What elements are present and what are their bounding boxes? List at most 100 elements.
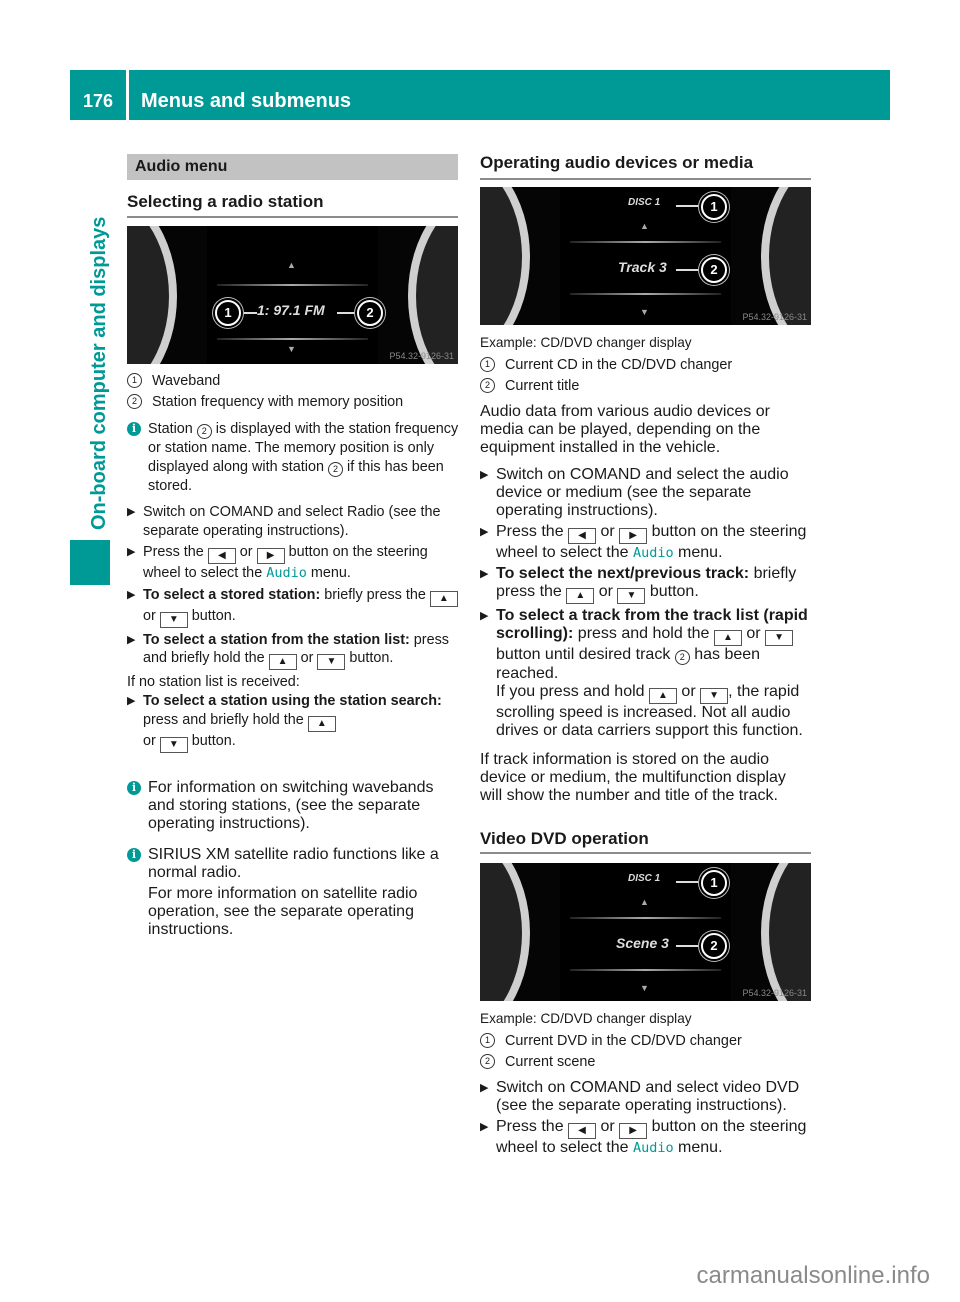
step-item: ▶ To select the next/previous track: bri… — [480, 565, 812, 604]
step-text: Press the ◀ or ▶ button on the steering … — [143, 544, 428, 582]
up-key-icon: ▲ — [307, 715, 336, 732]
side-tab-label: On-board computer and displays — [88, 216, 110, 530]
step-arrow-icon: ▶ — [480, 1121, 489, 1133]
up-arrow-icon: ▲ — [287, 260, 296, 270]
up-key-icon: ▲ — [429, 590, 458, 607]
left-key-icon: ◀ — [207, 548, 236, 565]
step-arrow-icon: ▶ — [127, 546, 136, 559]
left-legend: 1 Waveband 2 Station frequency with memory… — [127, 371, 459, 413]
legend-item: 1 Waveband — [127, 371, 459, 392]
heading-operating-audio-devices: Operating audio devices or media — [480, 153, 811, 180]
step-text: Press the ◀ or ▶ button on the steering … — [496, 1118, 807, 1156]
number-circle-icon: 2 — [480, 378, 495, 393]
step-arrow-icon: ▶ — [127, 588, 136, 601]
audio-menu-code: Audio — [632, 1140, 674, 1156]
info-note-station: i Station 2 is displayed with the statio… — [127, 420, 459, 495]
right-steps-2: ▶ Switch on COMAND and select video DVD (… — [480, 1079, 812, 1157]
right-gauge — [761, 187, 811, 325]
info-text: SIRIUS XM satellite radio functions like… — [148, 846, 439, 938]
paragraph-track-info: If track information is stored on the au… — [480, 751, 786, 804]
step-arrow-icon: ▶ — [127, 633, 136, 646]
display-bar — [217, 338, 368, 340]
left-gauge — [127, 226, 177, 364]
legend-text: Current title — [505, 378, 580, 394]
legend-item: 1 Current CD in the CD/DVD changer — [480, 355, 812, 376]
step-text: To select the next/previous track: brief… — [496, 565, 812, 604]
step-arrow-icon: ▶ — [480, 1082, 489, 1094]
image-code: P54.32-9126-31 — [742, 988, 807, 998]
left-steps: ▶ Switch on COMAND and select Radio (see … — [127, 503, 459, 753]
number-circle-icon: 1 — [480, 1033, 495, 1048]
display-bar — [570, 917, 721, 919]
no-station-list-text: If no station list is received: — [127, 674, 300, 691]
heading-selecting-radio-station: Selecting a radio station — [127, 192, 458, 218]
callout-2: 2 — [701, 933, 727, 959]
radio-display-figure: ▲ 1: 97.1 FM ▼ 1 2 P54.32-9126-31 — [127, 226, 458, 364]
step-item: ▶ Switch on COMAND and select Radio (see … — [127, 503, 459, 540]
number-circle-icon: 2 — [127, 394, 142, 409]
display-screen: ▲ 1: 97.1 FM ▼ — [207, 226, 378, 364]
legend-text: Station frequency with memory position — [152, 394, 404, 410]
right-key-icon: ▶ — [619, 1123, 648, 1139]
left-key-icon: ◀ — [568, 1123, 597, 1139]
up-key-icon: ▲ — [648, 688, 677, 704]
down-key-icon: ▼ — [617, 588, 646, 604]
down-key-icon: ▼ — [159, 611, 188, 628]
section-bar-audio-menu: Audio menu — [127, 154, 458, 180]
info-text: Station 2 is displayed with the station … — [148, 421, 459, 494]
audio-menu-code: Audio — [632, 545, 674, 561]
step-text: Press the ◀ or ▶ button on the steering … — [496, 523, 807, 561]
step-item: ▶ To select a station from the station l… — [127, 631, 459, 671]
step-item: ▶ To select a stored station: briefly pr… — [127, 586, 459, 628]
display-disc-text: DISC 1 — [628, 197, 661, 208]
info-note-wavebands: i For information on switching wavebands … — [127, 779, 459, 833]
step-arrow-icon: ▶ — [480, 568, 489, 580]
up-key-icon: ▲ — [566, 588, 595, 604]
audio-menu-code: Audio — [266, 565, 307, 582]
watermark-link[interactable]: carmanualsonline.info — [697, 1262, 930, 1290]
step-arrow-icon: ▶ — [480, 610, 489, 622]
down-arrow-icon: ▼ — [640, 307, 649, 317]
left-key-icon: ◀ — [568, 528, 597, 544]
callout-line — [239, 312, 257, 314]
up-arrow-icon: ▲ — [640, 221, 649, 231]
legend-item: 2 Current title — [480, 376, 812, 397]
right-gauge — [408, 226, 458, 364]
down-key-icon: ▼ — [700, 688, 729, 704]
side-tab-marker — [70, 540, 110, 585]
step-arrow-icon: ▶ — [127, 694, 136, 707]
step-text: To select a station using the station se… — [143, 692, 459, 753]
step-arrow-icon: ▶ — [480, 469, 489, 481]
step-item: ▶ Press the ◀ or ▶ button on the steerin… — [127, 543, 459, 583]
right-legend-2: 1 Current DVD in the CD/DVD changer 2 Curr… — [480, 1031, 812, 1073]
dvd-display-figure: DISC 1 ▲ Scene 3 ▼ 1 2 P54.32-9126-31 — [480, 863, 811, 1001]
callout-1: 1 — [701, 870, 727, 896]
page-number: 176 — [82, 91, 114, 111]
step-text: Switch on COMAND and select the audio de… — [496, 466, 789, 519]
callout-2: 2 — [357, 300, 383, 326]
callout-line — [676, 269, 700, 271]
up-arrow-icon: ▲ — [640, 897, 649, 907]
page-title: Menus and submenus — [141, 90, 352, 112]
right-gauge — [761, 863, 811, 1001]
number-circle-icon: 2 — [328, 461, 343, 477]
callout-2: 2 — [701, 257, 727, 283]
number-circle-icon: 1 — [480, 357, 495, 372]
down-key-icon: ▼ — [765, 630, 794, 646]
down-arrow-icon: ▼ — [287, 344, 296, 354]
display-bar — [570, 969, 721, 971]
step-item: ▶ Switch on COMAND and select video DVD (… — [480, 1079, 812, 1115]
paragraph-audio-data: Audio data from various audio devices or… — [480, 403, 770, 456]
down-arrow-icon: ▼ — [640, 983, 649, 993]
info-text: For information on switching wavebands a… — [148, 779, 434, 832]
callout-line — [676, 945, 700, 947]
callout-line — [676, 881, 700, 883]
legend-text: Current CD in the CD/DVD changer — [505, 357, 733, 373]
info-icon: i — [127, 848, 141, 862]
number-circle-icon: 2 — [196, 424, 212, 439]
step-text: Switch on COMAND and select video DVD (s… — [496, 1079, 800, 1114]
legend-text: Current scene — [505, 1054, 596, 1070]
right-legend-1: 1 Current CD in the CD/DVD changer 2 Curre… — [480, 355, 812, 397]
right-key-icon: ▶ — [256, 548, 285, 565]
number-circle-icon: 2 — [674, 650, 690, 665]
